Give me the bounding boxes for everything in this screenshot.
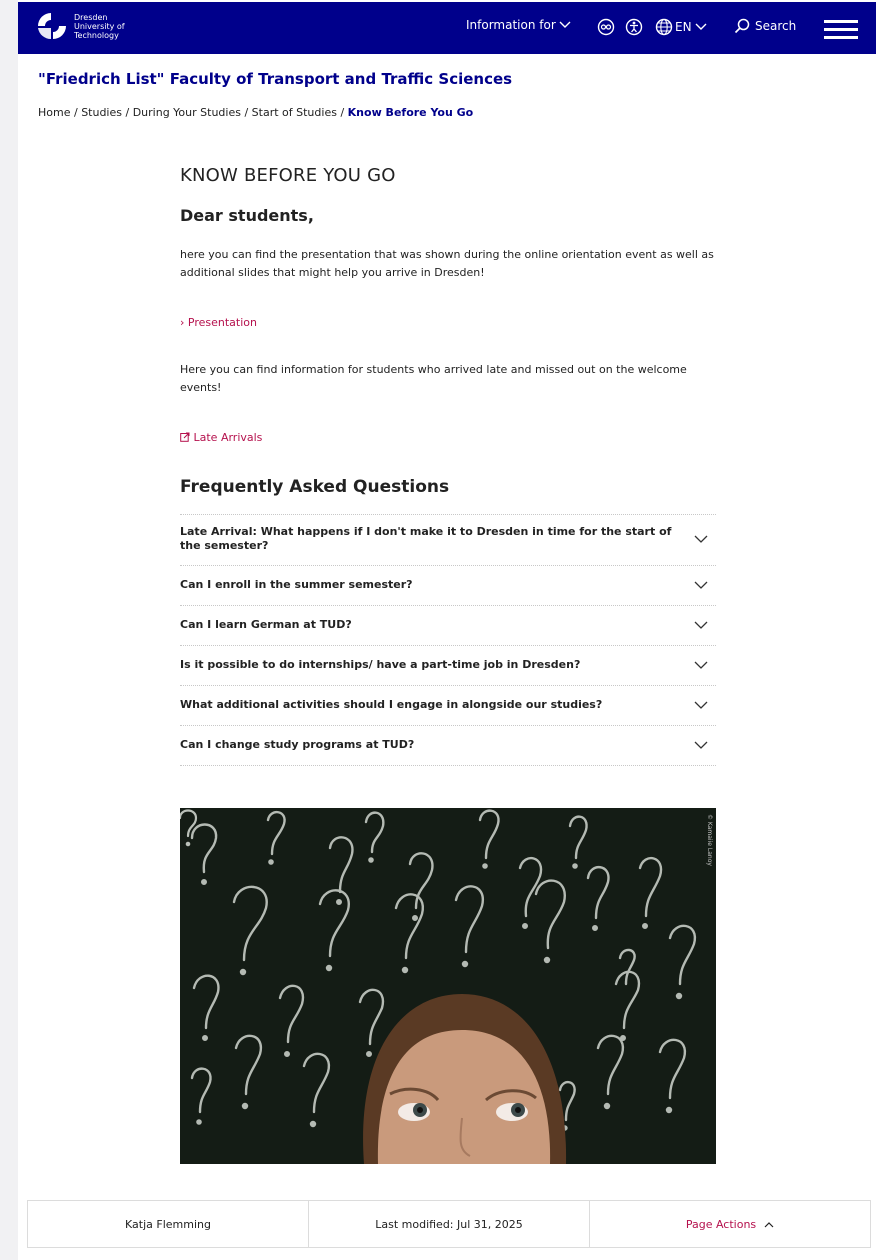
information-for-label: Information for xyxy=(466,18,556,32)
logo-line: University of xyxy=(74,21,125,31)
breadcrumb-separator: / xyxy=(70,106,82,119)
question-marks-photo: © Kamaiie Lanoy xyxy=(180,808,716,1164)
author-name: Katja Flemming xyxy=(125,1217,211,1231)
top-navigation-bar: Dresden University of Technology Informa… xyxy=(18,2,876,54)
chevron-down-icon xyxy=(694,661,708,669)
faq-heading: Frequently Asked Questions xyxy=(180,477,450,497)
last-modified-cell: Last modified: Jul 31, 2025 xyxy=(309,1201,590,1247)
accessibility-button[interactable] xyxy=(625,18,643,36)
information-for-menu[interactable]: Information for xyxy=(466,18,571,32)
chevron-down-icon xyxy=(694,621,708,629)
page-actions-button[interactable]: Page Actions xyxy=(590,1201,870,1247)
faq-question: Can I change study programs at TUD? xyxy=(180,738,415,751)
link-arrow-icon: › xyxy=(180,316,185,329)
last-modified: Last modified: Jul 31, 2025 xyxy=(375,1217,523,1231)
language-label: EN xyxy=(675,20,692,34)
page: Dresden University of Technology Informa… xyxy=(18,0,876,1260)
faq-accordion: Late Arrival: What happens if I don't ma… xyxy=(180,514,716,766)
logo-text: Dresden University of Technology xyxy=(74,13,125,40)
faq-item[interactable]: Can I change study programs at TUD? xyxy=(180,726,716,766)
menu-line xyxy=(824,20,858,23)
menu-line xyxy=(824,28,858,31)
hamburger-menu-icon[interactable] xyxy=(824,20,858,39)
logo-line: Technology xyxy=(74,30,119,40)
faq-question: Late Arrival: What happens if I don't ma… xyxy=(180,525,672,552)
breadcrumb-during-studies[interactable]: During Your Studies xyxy=(133,106,241,119)
accessibility-icon xyxy=(625,18,643,36)
menu-line xyxy=(824,36,858,39)
chevron-down-icon xyxy=(694,535,708,543)
late-arrivals-link-label: Late Arrivals xyxy=(193,431,263,444)
search-label: Search xyxy=(755,19,797,33)
page-title: KNOW BEFORE YOU GO xyxy=(180,165,396,186)
author-cell: Katja Flemming xyxy=(28,1201,309,1247)
faq-item[interactable]: Can I learn German at TUD? xyxy=(180,606,716,646)
chevron-up-icon xyxy=(764,1221,774,1227)
search-button[interactable]: Search xyxy=(734,18,796,34)
greeting-heading: Dear students, xyxy=(180,206,314,225)
faq-question: Can I enroll in the summer semester? xyxy=(180,578,413,591)
faq-item[interactable]: Is it possible to do internships/ have a… xyxy=(180,646,716,686)
faq-question: What additional activities should I enga… xyxy=(180,698,603,711)
breadcrumb-studies[interactable]: Studies xyxy=(81,106,122,119)
faculty-title[interactable]: "Friedrich List" Faculty of Transport an… xyxy=(38,70,512,88)
presentation-link-label: Presentation xyxy=(187,316,257,329)
faq-item[interactable]: What additional activities should I enga… xyxy=(180,686,716,726)
late-arrivals-link[interactable]: Late Arrivals xyxy=(180,431,262,444)
question-marks-illustration: © Kamaiie Lanoy xyxy=(180,808,716,1164)
breadcrumb-home[interactable]: Home xyxy=(38,106,70,119)
easy-language-icon xyxy=(597,18,615,36)
globe-icon xyxy=(655,18,673,36)
chevron-down-icon xyxy=(559,21,571,28)
photo-credit: © Kamaiie Lanoy xyxy=(706,814,713,866)
faq-question: Is it possible to do internships/ have a… xyxy=(180,658,581,671)
late-arrival-paragraph: Here you can find information for studen… xyxy=(180,363,687,394)
tud-logo-icon xyxy=(38,13,66,40)
breadcrumb-separator: / xyxy=(122,106,133,119)
easy-language-button[interactable] xyxy=(597,18,615,36)
faq-question: Can I learn German at TUD? xyxy=(180,618,352,631)
presentation-link[interactable]: › Presentation xyxy=(180,316,257,329)
breadcrumb-separator: / xyxy=(240,106,252,119)
external-document-icon xyxy=(180,432,190,442)
chevron-down-icon xyxy=(695,23,707,30)
breadcrumb-separator: / xyxy=(336,106,348,119)
faq-item[interactable]: Can I enroll in the summer semester? xyxy=(180,566,716,606)
breadcrumb-current: Know Before You Go xyxy=(347,106,474,119)
breadcrumb-start-of-studies[interactable]: Start of Studies xyxy=(252,106,337,119)
chevron-down-icon xyxy=(694,701,708,709)
tud-logo[interactable]: Dresden University of Technology xyxy=(36,11,125,41)
page-footer: Katja Flemming Last modified: Jul 31, 20… xyxy=(27,1200,871,1248)
breadcrumb: Home / Studies / During Your Studies / S… xyxy=(38,106,473,119)
language-selector[interactable]: EN xyxy=(655,18,707,36)
intro-paragraph: here you can find the presentation that … xyxy=(180,248,714,279)
logo-line: Dresden xyxy=(74,12,108,22)
chevron-down-icon xyxy=(694,581,708,589)
faq-item[interactable]: Late Arrival: What happens if I don't ma… xyxy=(180,515,716,566)
chevron-down-icon xyxy=(694,741,708,749)
search-icon xyxy=(734,18,750,34)
page-actions-label: Page Actions xyxy=(685,1217,757,1231)
